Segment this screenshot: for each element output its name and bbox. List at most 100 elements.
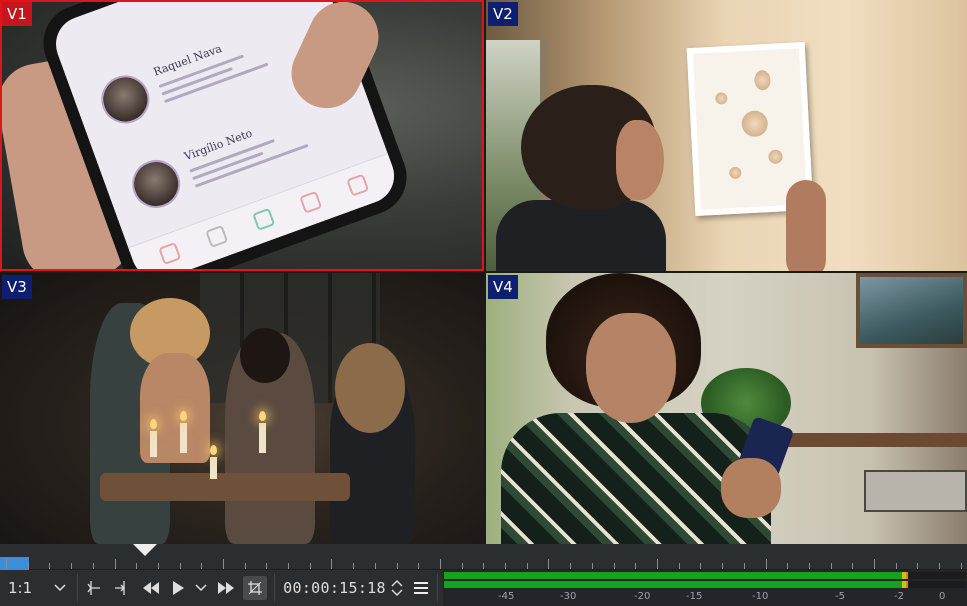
ruler-tick bbox=[744, 563, 745, 569]
candle-shape bbox=[210, 457, 217, 479]
meter-green-fill bbox=[444, 572, 902, 579]
meter-scale-label: -10 bbox=[752, 591, 769, 602]
ruler-tick bbox=[787, 563, 788, 569]
ruler-tick bbox=[548, 559, 549, 569]
crop-icon[interactable] bbox=[243, 576, 267, 600]
multicam-view-v3[interactable]: V3 bbox=[0, 273, 484, 544]
ruler-tick bbox=[700, 563, 701, 569]
ruler-tick bbox=[483, 563, 484, 569]
ruler-tick bbox=[939, 563, 940, 569]
audio-level-meter: -45 -30 -20 -15 -10 -5 -2 0 bbox=[443, 570, 967, 606]
multicam-grid: Raquel Nava Virgílio Neto V1 V2 V3 V4 bbox=[0, 0, 967, 544]
ruler-tick bbox=[831, 563, 832, 569]
toolbar-separator bbox=[437, 574, 438, 602]
meter-scale-label: -45 bbox=[498, 591, 515, 602]
flame-shape bbox=[259, 411, 266, 421]
stereo-shape bbox=[864, 470, 967, 512]
avatar bbox=[94, 68, 157, 131]
v3-scene bbox=[0, 273, 484, 544]
shell-shape bbox=[715, 92, 728, 105]
ruler-tick bbox=[722, 563, 723, 569]
multicam-view-v2[interactable]: V2 bbox=[486, 0, 967, 271]
shell-shape bbox=[753, 69, 771, 91]
meter-orange-fill bbox=[906, 581, 908, 588]
person-body bbox=[496, 200, 666, 271]
meter-orange-fill bbox=[906, 572, 908, 579]
meter-channel-left bbox=[444, 572, 966, 579]
ruler-tick bbox=[462, 563, 463, 569]
avatar bbox=[125, 153, 187, 215]
ruler-tick bbox=[766, 559, 767, 569]
ruler-tick bbox=[592, 563, 593, 569]
ruler-tick bbox=[201, 563, 202, 569]
hair-shape bbox=[335, 343, 405, 433]
meter-scale-label: -5 bbox=[835, 591, 845, 602]
meter-scale-label: -30 bbox=[560, 591, 577, 602]
candle-shape bbox=[259, 423, 266, 453]
view-badge: V2 bbox=[488, 2, 518, 26]
ruler-tick bbox=[614, 563, 615, 569]
ruler-tick bbox=[505, 563, 506, 569]
v4-scene bbox=[486, 273, 967, 544]
meter-scale-label: -20 bbox=[634, 591, 651, 602]
events-tab-icon bbox=[346, 173, 370, 197]
ruler-tick bbox=[896, 563, 897, 569]
document-tab-icon bbox=[299, 190, 323, 214]
dinner-table bbox=[100, 473, 350, 501]
painting-shape bbox=[856, 273, 967, 348]
multicam-view-v4[interactable]: V4 bbox=[486, 273, 967, 544]
ruler-tick bbox=[635, 563, 636, 569]
hair-shape bbox=[240, 328, 290, 383]
view-badge: V4 bbox=[488, 275, 518, 299]
ruler-tick bbox=[527, 563, 528, 569]
timecode-display[interactable]: 00:00:15:18 bbox=[282, 576, 387, 600]
set-zone-in-icon[interactable] bbox=[84, 576, 104, 600]
ruler-tick bbox=[115, 559, 116, 569]
ruler-tick bbox=[917, 563, 918, 569]
flame-shape bbox=[210, 445, 217, 455]
meter-green-fill bbox=[444, 581, 902, 588]
spin-icon[interactable] bbox=[389, 576, 405, 600]
zoom-dropdown-icon[interactable] bbox=[50, 576, 70, 600]
ruler-tick bbox=[71, 563, 72, 569]
ruler-tick bbox=[28, 563, 29, 569]
ruler-tick bbox=[223, 559, 224, 569]
person-tab-icon bbox=[252, 207, 276, 231]
ruler-tick bbox=[852, 563, 853, 569]
ruler-tick bbox=[397, 563, 398, 569]
forward-icon[interactable] bbox=[215, 576, 237, 600]
ruler-tick bbox=[353, 563, 354, 569]
ruler-tick bbox=[570, 563, 571, 569]
ruler-tick bbox=[136, 563, 137, 569]
multicam-view-v1[interactable]: Raquel Nava Virgílio Neto V1 bbox=[0, 0, 484, 271]
ruler-tick bbox=[418, 563, 419, 569]
ruler-tick bbox=[657, 559, 658, 569]
flame-shape bbox=[180, 411, 187, 421]
v1-scene: Raquel Nava Virgílio Neto bbox=[0, 0, 484, 271]
candle-shape bbox=[180, 423, 187, 453]
shell-shape bbox=[768, 149, 783, 165]
candle-shape bbox=[150, 431, 157, 457]
family-tab-icon bbox=[158, 242, 182, 266]
hand-shape bbox=[721, 458, 781, 518]
ruler-tick bbox=[310, 563, 311, 569]
view-badge: V3 bbox=[2, 275, 32, 299]
playhead[interactable] bbox=[133, 544, 157, 556]
meter-channel-right bbox=[444, 581, 966, 588]
toolbar-separator bbox=[77, 574, 78, 602]
ruler-tick bbox=[440, 559, 441, 569]
play-options-icon[interactable] bbox=[192, 576, 210, 600]
set-zone-out-icon[interactable] bbox=[111, 576, 131, 600]
ruler-tick bbox=[961, 563, 962, 569]
ruler-tick bbox=[679, 563, 680, 569]
zoom-label[interactable]: 1:1 bbox=[8, 576, 40, 600]
v2-scene bbox=[486, 0, 967, 271]
person-hand bbox=[786, 180, 826, 271]
ruler-tick bbox=[874, 559, 875, 569]
ruler-tick bbox=[375, 563, 376, 569]
ruler-tick bbox=[49, 563, 50, 569]
rewind-icon[interactable] bbox=[140, 576, 162, 600]
play-icon[interactable] bbox=[168, 576, 188, 600]
timeline-ruler[interactable] bbox=[0, 544, 967, 570]
menu-icon[interactable] bbox=[411, 576, 431, 600]
